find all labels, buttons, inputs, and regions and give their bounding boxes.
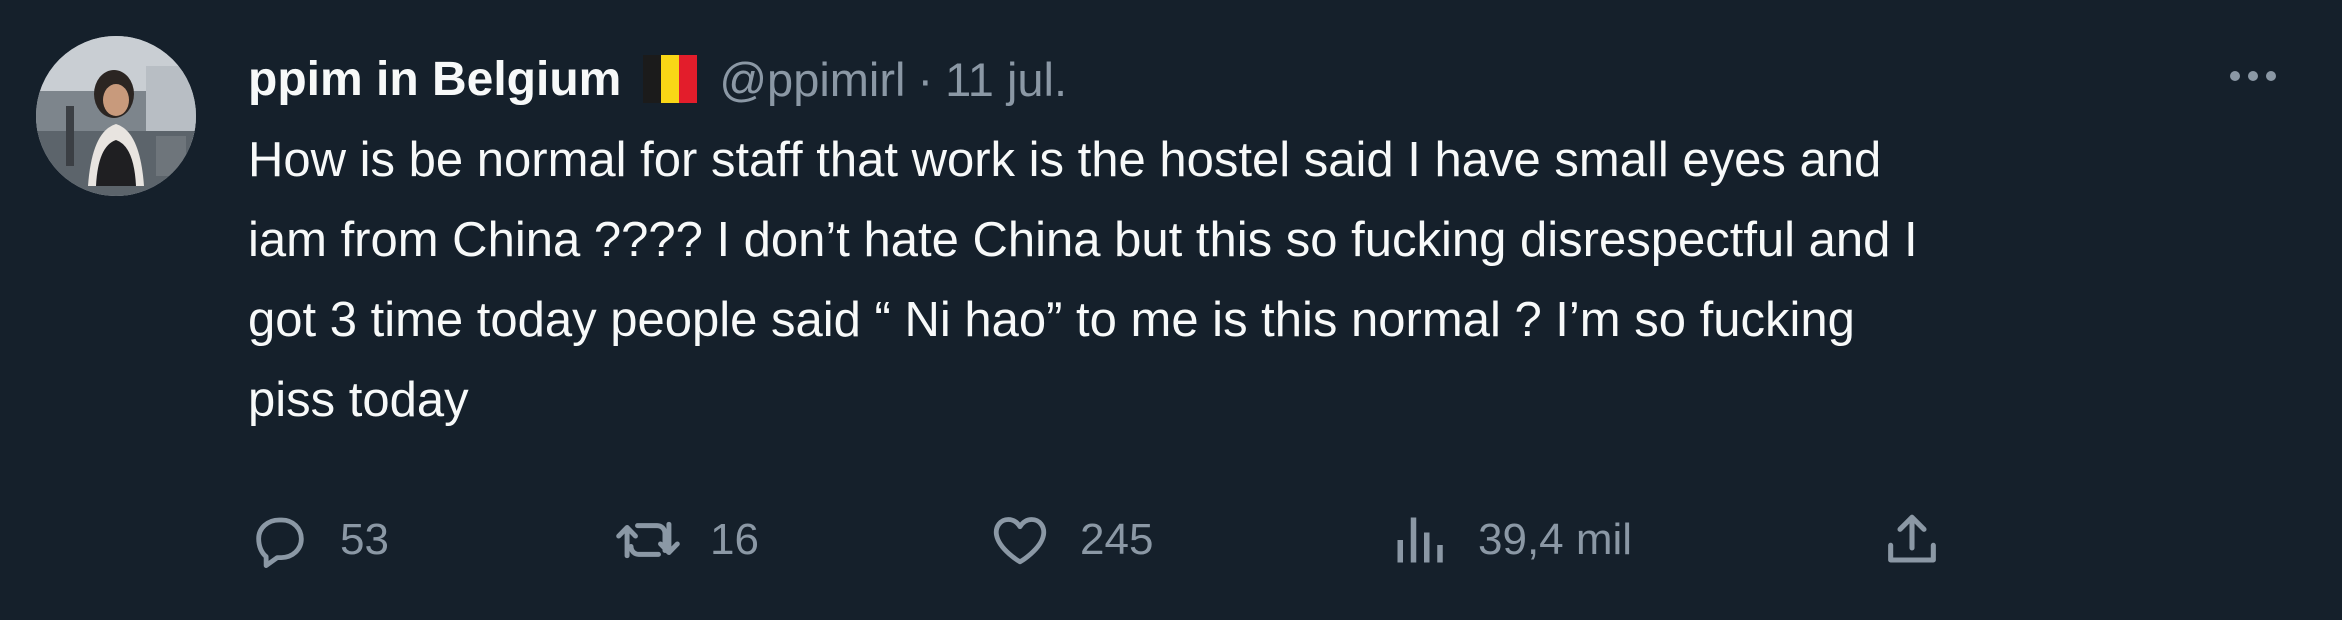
retweet-count: 16 xyxy=(710,515,759,564)
views-icon xyxy=(1397,517,1443,563)
views-count: 39,4 mil xyxy=(1478,515,1633,564)
views-button[interactable]: 39,4 mil xyxy=(1390,500,1632,580)
tweet-header: ppim in Belgium @ppimirl · 11 jul. xyxy=(248,44,2288,114)
retweet-button[interactable]: 16 xyxy=(614,500,759,580)
share-icon xyxy=(1888,514,1936,563)
avatar-image xyxy=(36,36,196,196)
tweet-text-line: got 3 time today people said “ Ni hao” t… xyxy=(248,293,1855,347)
display-name[interactable]: ppim in Belgium xyxy=(248,52,621,107)
reply-icon xyxy=(256,517,304,568)
more-options-button[interactable] xyxy=(2218,56,2288,96)
tweet[interactable]: ppim in Belgium @ppimirl · 11 jul. How i… xyxy=(0,0,2342,620)
action-bar: 53 16 245 39,4 mil xyxy=(248,500,1968,580)
reply-button[interactable]: 53 xyxy=(248,500,389,580)
user-handle[interactable]: @ppimirl xyxy=(719,52,905,107)
like-button[interactable]: 245 xyxy=(988,500,1153,580)
separator-dot: · xyxy=(917,52,934,106)
reply-count: 53 xyxy=(340,515,389,564)
heart-icon xyxy=(993,517,1047,565)
tweet-date[interactable]: 11 jul. xyxy=(945,52,1067,107)
more-options-icon xyxy=(2230,71,2276,81)
tweet-text-line: piss today xyxy=(248,373,469,427)
belgium-flag-icon xyxy=(643,55,698,103)
tweet-text-line: How is be normal for staff that work is … xyxy=(248,133,1882,187)
avatar[interactable] xyxy=(36,36,196,196)
share-button[interactable] xyxy=(1880,500,1944,580)
tweet-text: How is be normal for staff that work is … xyxy=(248,120,2308,440)
tweet-body: ppim in Belgium @ppimirl · 11 jul. How i… xyxy=(248,44,2288,440)
like-count: 245 xyxy=(1080,515,1154,564)
retweet-icon xyxy=(616,521,680,559)
tweet-text-line: iam from China ???? I don’t hate China b… xyxy=(248,213,1918,267)
